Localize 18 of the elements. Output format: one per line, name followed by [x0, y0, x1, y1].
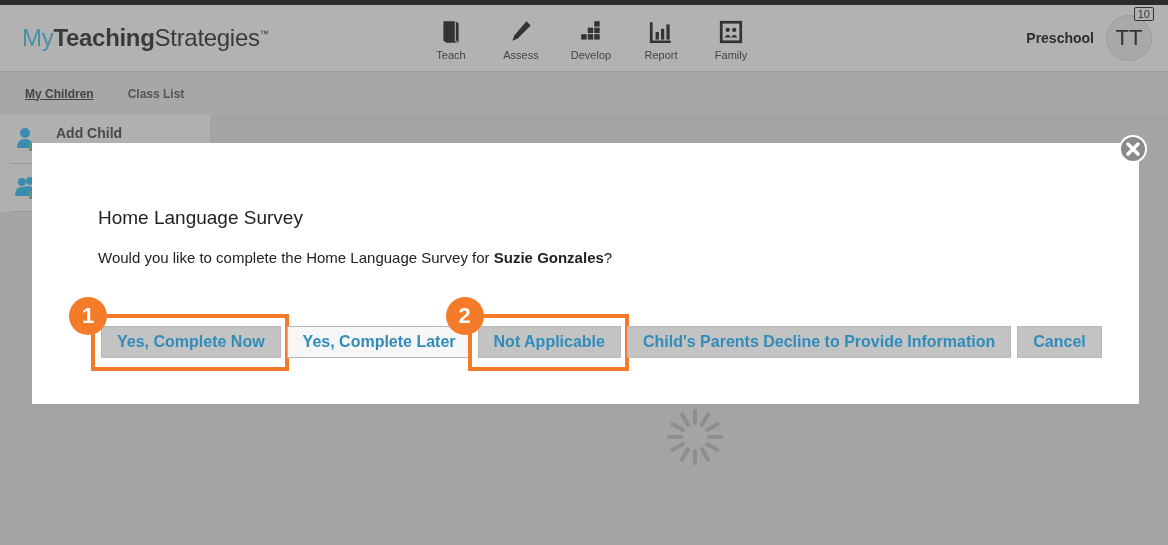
step-number: 1: [69, 297, 107, 335]
subnav-tab[interactable]: Class List: [127, 86, 185, 101]
step-number: 2: [445, 297, 484, 335]
people-picture-icon: [718, 19, 744, 45]
program-name[interactable]: Preschool: [1026, 30, 1094, 46]
nav-tab[interactable]: Develop: [556, 15, 626, 61]
sidebar-item[interactable]: Add Child: [56, 124, 123, 141]
nav-tab[interactable]: Report: [626, 15, 696, 61]
notification-count[interactable]: 10: [1133, 7, 1154, 21]
nav-tab[interactable]: Assess: [486, 15, 556, 61]
dialog-message: Would you like to complete the Home Language Survey for Suzie Gonzales?: [98, 249, 614, 266]
bar-chart-icon: [648, 19, 674, 45]
subnav-tab[interactable]: My Children: [25, 86, 94, 101]
dialog-title: Home Language Survey: [98, 207, 304, 229]
nav-tab[interactable]: Teach: [416, 15, 486, 61]
logo[interactable]: MyTeachingStrategies$^{™}$: [22, 24, 416, 52]
close-icon[interactable]: [1118, 134, 1148, 164]
nav-tab[interactable]: Family: [696, 15, 766, 61]
